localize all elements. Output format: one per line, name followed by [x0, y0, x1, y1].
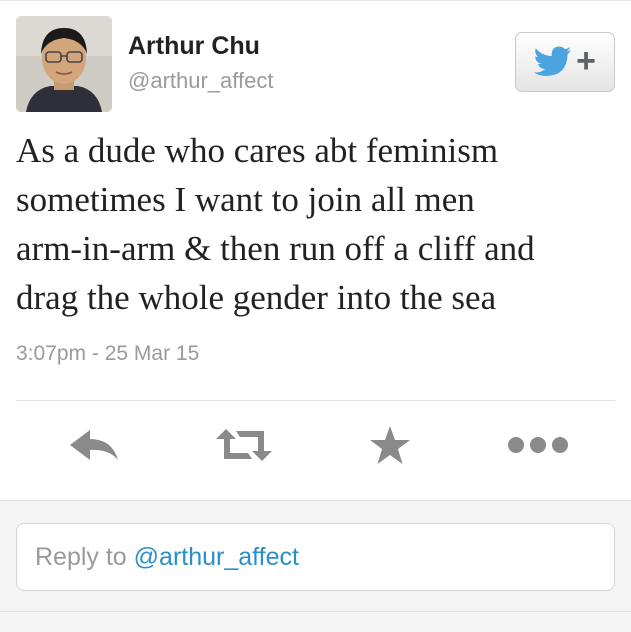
reply-input[interactable]: Reply to @arthur_affect — [16, 523, 615, 591]
more-button[interactable] — [504, 420, 572, 470]
bottom-divider — [0, 611, 631, 612]
tweet-text-line: arm-in-arm & then run off a cliff and — [16, 229, 535, 268]
tweet-card: Arthur Chu @arthur_affect + As a dude wh… — [0, 0, 631, 500]
avatar[interactable] — [16, 16, 112, 112]
more-dots-icon — [508, 437, 568, 453]
reply-area: Reply to @arthur_affect — [0, 500, 631, 632]
retweet-button[interactable] — [212, 420, 276, 470]
tweet-text-line: drag the whole gender into the sea — [16, 278, 497, 317]
avatar-photo — [16, 16, 112, 112]
twitter-bird-icon — [534, 46, 572, 76]
divider — [16, 400, 615, 401]
reply-arrow-icon — [70, 430, 118, 460]
follow-button[interactable]: + — [515, 32, 615, 92]
author-handle[interactable]: @arthur_affect — [128, 68, 273, 94]
reply-placeholder-space — [127, 543, 134, 572]
author-display-name[interactable]: Arthur Chu — [128, 32, 260, 61]
favorite-button[interactable] — [366, 420, 414, 470]
reply-button[interactable] — [64, 420, 124, 470]
top-border — [0, 0, 631, 1]
tweet-text-line: As a dude who cares abt feminism — [16, 131, 499, 170]
reply-placeholder-mention: @arthur_affect — [133, 542, 299, 571]
follow-plus-label: + — [576, 42, 596, 80]
tweet-timestamp[interactable]: 3:07pm - 25 Mar 15 — [16, 342, 199, 366]
tweet-text: As a dude who cares abt feminism sometim… — [16, 126, 621, 322]
retweet-icon — [216, 429, 272, 461]
reply-placeholder-prefix: Reply to — [35, 542, 127, 571]
tweet-text-line: sometimes I want to join all men — [16, 180, 475, 219]
star-icon — [370, 426, 410, 464]
